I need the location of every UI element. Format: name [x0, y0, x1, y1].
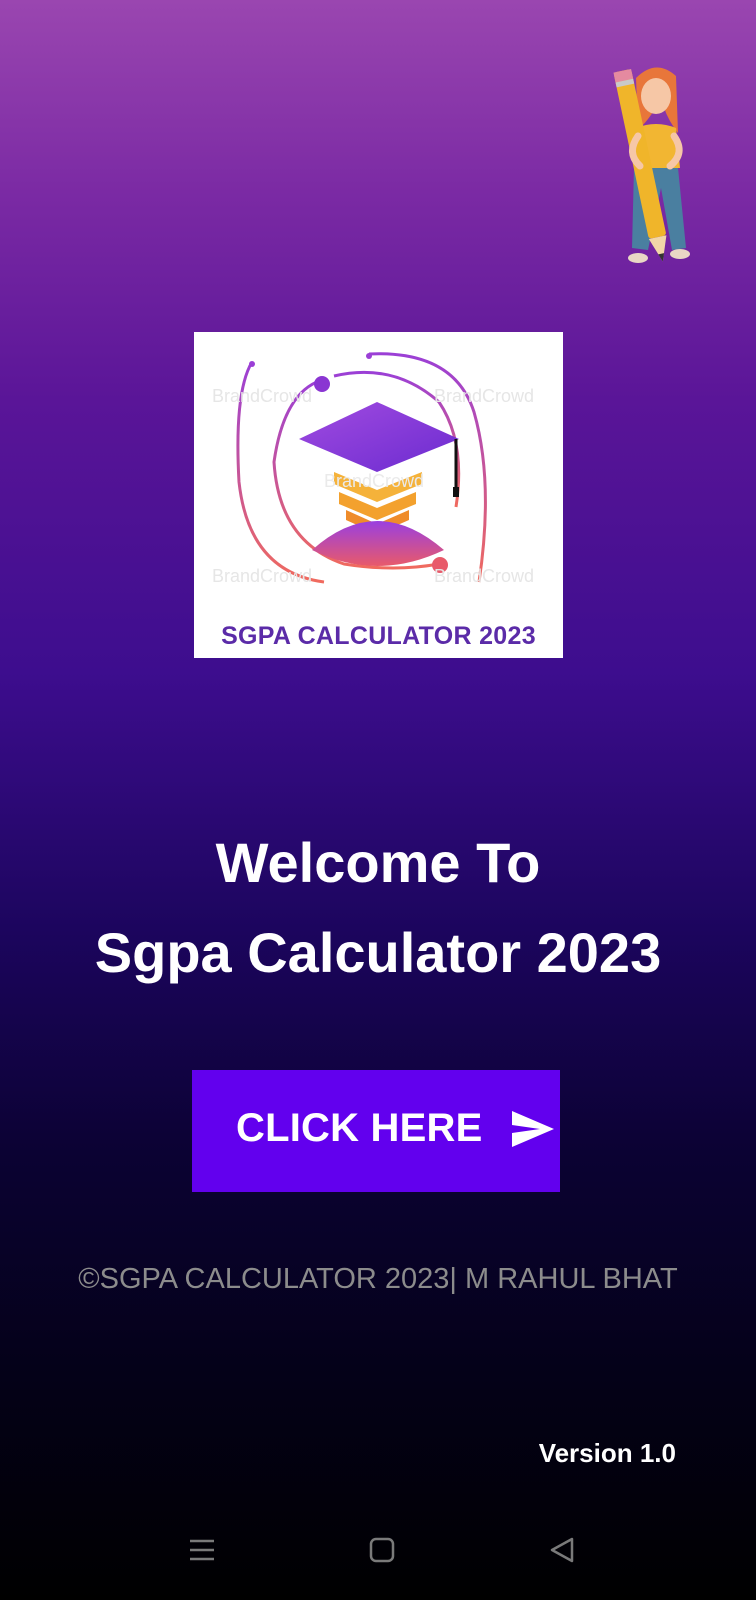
system-nav-bar — [0, 1530, 756, 1580]
svg-text:BrandCrowd: BrandCrowd — [212, 386, 312, 406]
welcome-line-2: Sgpa Calculator 2023 — [94, 921, 662, 984]
click-here-label: CLICK HERE — [236, 1106, 483, 1150]
svg-text:BrandCrowd: BrandCrowd — [434, 386, 534, 406]
welcome-heading: Welcome To Sgpa Calculator 2023 — [0, 818, 756, 998]
home-square-icon[interactable] — [362, 1530, 402, 1570]
welcome-line-1: Welcome To — [215, 831, 541, 894]
graduation-cap-icon: BrandCrowd BrandCrowd BrandCrowd BrandCr… — [212, 352, 534, 586]
back-triangle-icon[interactable] — [542, 1530, 582, 1570]
version-label: Version 1.0 — [538, 1438, 676, 1468]
svg-text:BrandCrowd: BrandCrowd — [324, 471, 424, 491]
menu-icon[interactable] — [182, 1530, 222, 1570]
app-logo: BrandCrowd BrandCrowd BrandCrowd BrandCr… — [194, 332, 563, 658]
copyright-text: ©SGPA CALCULATOR 2023| M RAHUL BHAT — [78, 1263, 678, 1295]
svg-text:BrandCrowd: BrandCrowd — [434, 566, 534, 586]
svg-text:BrandCrowd: BrandCrowd — [212, 566, 312, 586]
logo-title: SGPA CALCULATOR 2023 — [221, 622, 536, 650]
click-here-button[interactable]: CLICK HERE — [192, 1070, 560, 1192]
send-icon — [510, 1107, 556, 1151]
girl-with-pencil-icon — [606, 58, 706, 278]
